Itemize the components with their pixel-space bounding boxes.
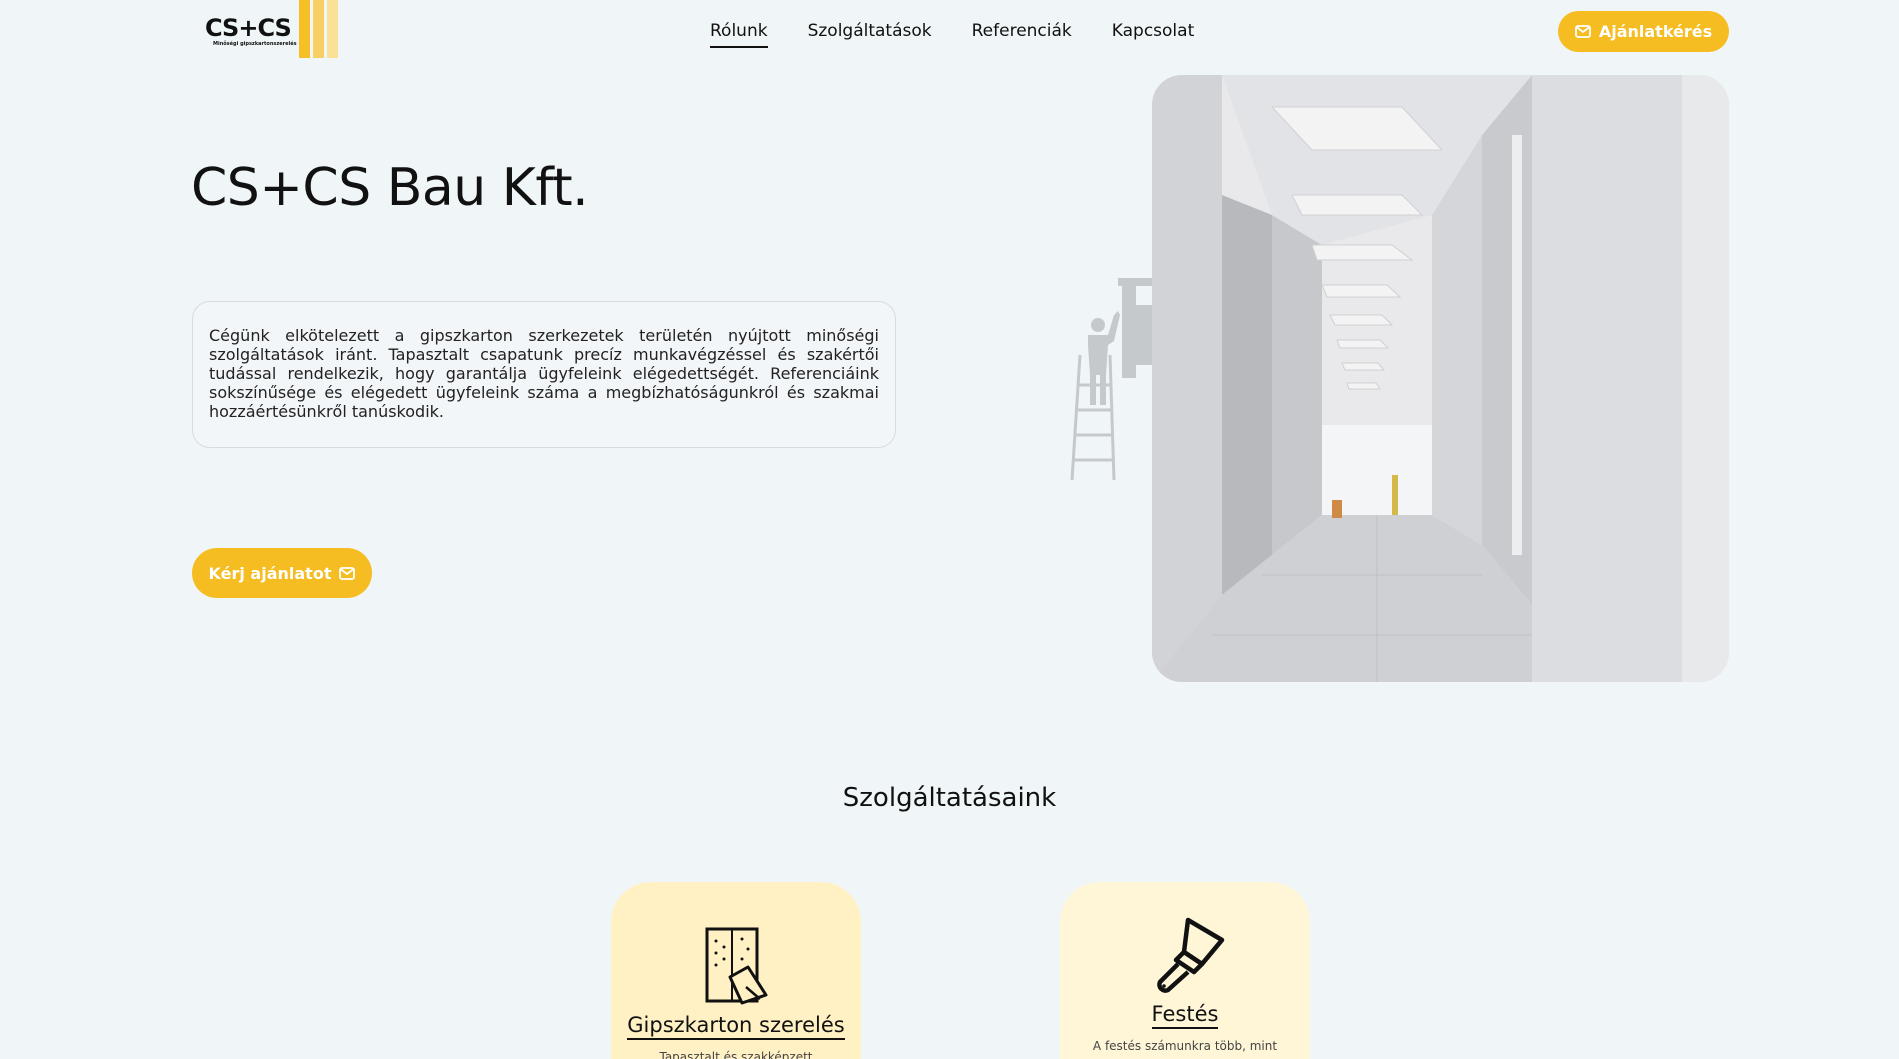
about-card: Cégünk elkötelezett a gipszkarton szerke… bbox=[192, 301, 896, 448]
corridor-illustration bbox=[1152, 75, 1729, 682]
service-card-gipszkarton[interactable]: Gipszkarton szerelés Tapasztalt és szakk… bbox=[611, 882, 861, 1059]
nav-item-szolgaltatasok[interactable]: Szolgáltatások bbox=[808, 21, 932, 48]
request-offer-button[interactable]: Kérj ajánlatot bbox=[192, 548, 372, 598]
service-name: Gipszkarton szerelés bbox=[627, 1013, 845, 1040]
logo[interactable]: CS+CS Minőségi gipszkartonszerelés bbox=[205, 0, 340, 60]
envelope-icon bbox=[339, 566, 356, 580]
nav-item-rolunk[interactable]: Rólunk bbox=[710, 21, 768, 48]
envelope-icon bbox=[1574, 25, 1591, 38]
page-title: CS+CS Bau Kft. bbox=[191, 158, 589, 218]
nav-item-referenciak[interactable]: Referenciák bbox=[972, 21, 1072, 48]
paint-brush-icon bbox=[1157, 917, 1225, 993]
service-card-festes[interactable]: Festés A festés számunkra több, mint bbox=[1060, 882, 1310, 1059]
corridor-photo bbox=[1152, 75, 1729, 682]
logo-bar bbox=[298, 0, 310, 58]
service-description: A festés számunkra több, mint bbox=[1092, 1039, 1278, 1053]
main-nav: Rólunk Szolgáltatások Referenciák Kapcso… bbox=[710, 21, 1194, 48]
logo-sub-text: Minőségi gipszkartonszerelés bbox=[213, 41, 297, 47]
services-title: Szolgáltatásaink bbox=[842, 783, 1057, 813]
logo-text-block: CS+CS Minőségi gipszkartonszerelés bbox=[205, 15, 297, 47]
drywall-icon bbox=[705, 927, 768, 1005]
logo-bars bbox=[298, 0, 338, 58]
service-name: Festés bbox=[1151, 1002, 1219, 1029]
service-description: Tapasztalt és szakképzett bbox=[659, 1050, 813, 1059]
about-description: Cégünk elkötelezett a gipszkarton szerke… bbox=[209, 326, 879, 421]
nav-item-kapcsolat[interactable]: Kapcsolat bbox=[1112, 21, 1194, 48]
quote-request-button[interactable]: Ajánlatkérés bbox=[1558, 11, 1729, 52]
painter-on-ladder-illustration bbox=[1070, 278, 1152, 480]
request-offer-label: Kérj ajánlatot bbox=[208, 563, 332, 583]
logo-bar bbox=[326, 0, 338, 58]
logo-main-text: CS+CS bbox=[205, 14, 292, 42]
logo-bar bbox=[312, 0, 324, 58]
quote-request-label: Ajánlatkérés bbox=[1598, 22, 1713, 41]
